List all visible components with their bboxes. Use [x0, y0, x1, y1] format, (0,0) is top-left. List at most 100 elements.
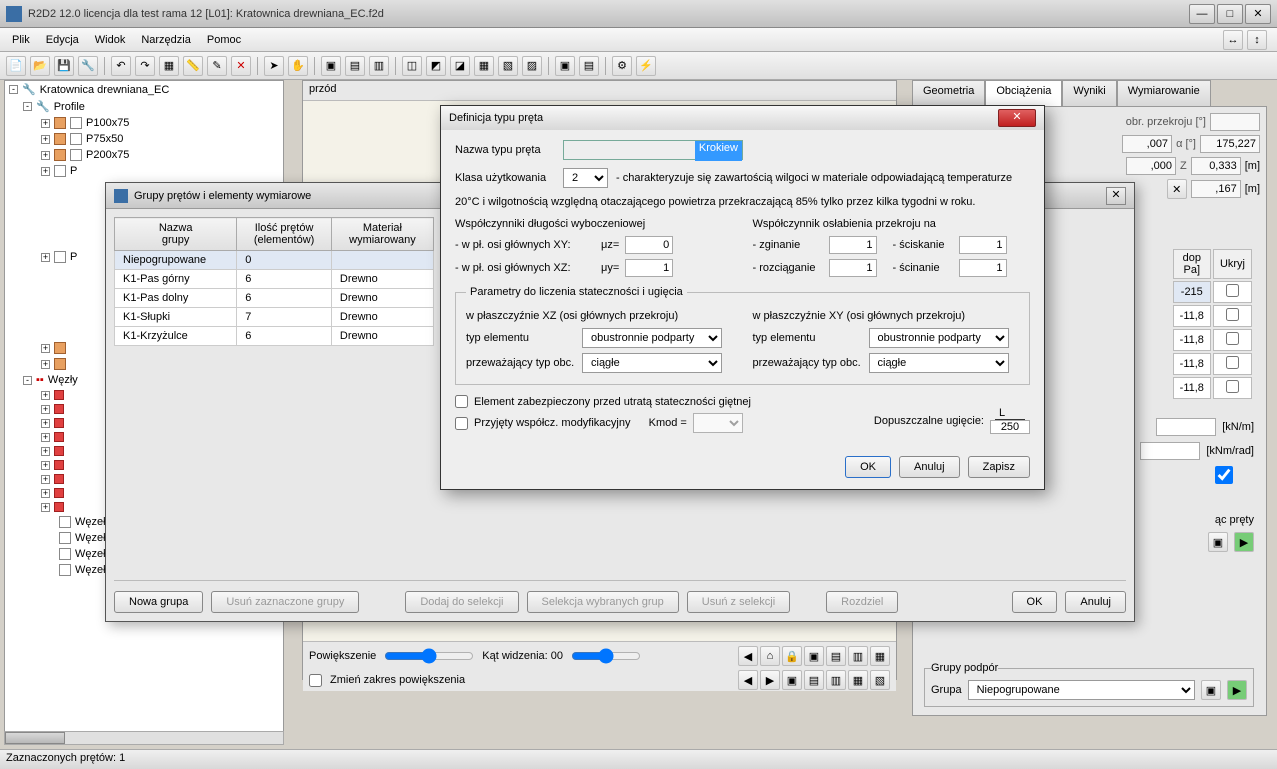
anuluj-button[interactable]: Anuluj	[899, 456, 960, 478]
col-nazwa[interactable]: Nazwa grupy	[115, 218, 237, 251]
rozciaganie-input[interactable]	[829, 259, 877, 277]
nav-view4-icon[interactable]: ▦	[870, 646, 890, 666]
expand-h-icon[interactable]: ↔	[1223, 30, 1243, 50]
tree-checkbox[interactable]	[70, 149, 82, 161]
hide-checkbox[interactable]	[1226, 332, 1239, 345]
tree-checkbox[interactable]	[54, 251, 66, 263]
coef-xz-input[interactable]	[625, 259, 673, 277]
maximize-button[interactable]: □	[1217, 4, 1243, 24]
grupa-select[interactable]: Niepogrupowane	[968, 680, 1195, 700]
deflection-den-input[interactable]	[990, 420, 1030, 434]
expand-icon[interactable]: +	[41, 391, 50, 400]
hide-checkbox[interactable]	[1226, 308, 1239, 321]
expand-icon[interactable]: +	[41, 253, 50, 262]
usun-selekcji-button[interactable]: Usuń z selekcji	[687, 591, 790, 613]
z-input[interactable]	[1191, 157, 1241, 175]
tree-profile[interactable]: Profile	[54, 101, 85, 113]
tree-item[interactable]: P200x75	[86, 149, 129, 161]
nav-b4-icon[interactable]: ▤	[804, 670, 824, 690]
kmod-select[interactable]	[693, 413, 743, 433]
ok-button[interactable]: OK	[845, 456, 891, 478]
zapisz-button[interactable]: Zapisz	[968, 456, 1030, 478]
tb5-icon[interactable]: ◩	[426, 56, 446, 76]
panel-checkbox[interactable]	[1194, 466, 1254, 484]
tree-checkbox[interactable]	[70, 117, 82, 129]
hide-checkbox[interactable]	[1226, 284, 1239, 297]
pan-icon[interactable]: ✋	[288, 56, 308, 76]
hide-checkbox[interactable]	[1226, 356, 1239, 369]
collapse-icon[interactable]: -	[23, 102, 32, 111]
cb-kmod[interactable]	[455, 417, 468, 430]
expand-v-icon[interactable]: ↕	[1247, 30, 1267, 50]
grupa-go-icon[interactable]: ▶	[1227, 680, 1247, 700]
tab-geometria[interactable]: Geometria	[912, 80, 985, 106]
cb-statecznosc[interactable]	[455, 395, 468, 408]
tree-item[interactable]: P	[70, 165, 77, 177]
grupa-add-icon[interactable]: ▣	[1201, 680, 1221, 700]
dialog-close-button[interactable]: ✕	[998, 109, 1036, 127]
tree-checkbox[interactable]	[54, 165, 66, 177]
minimize-button[interactable]: —	[1189, 4, 1215, 24]
action1-icon[interactable]: ▣	[1208, 532, 1228, 552]
grid-icon[interactable]: ▦	[159, 56, 179, 76]
knmrad-input[interactable]	[1140, 442, 1200, 460]
menu-widok[interactable]: Widok	[87, 31, 134, 49]
expand-icon[interactable]: +	[41, 433, 50, 442]
expand-icon[interactable]: +	[41, 405, 50, 414]
expand-icon[interactable]: +	[41, 475, 50, 484]
val-input[interactable]	[1122, 135, 1172, 153]
tree-checkbox[interactable]	[70, 133, 82, 145]
val-input[interactable]	[1191, 180, 1241, 198]
nav-lock-icon[interactable]: 🔒	[782, 646, 802, 666]
obr-input[interactable]	[1210, 113, 1260, 131]
dialog-close-button[interactable]: ✕	[1106, 187, 1126, 205]
tb11-icon[interactable]: ▤	[579, 56, 599, 76]
menu-narzedzia[interactable]: Narzędzia	[133, 31, 199, 49]
alpha-input[interactable]	[1200, 135, 1260, 153]
tree-checkbox[interactable]	[59, 532, 71, 544]
usun-grupy-button[interactable]: Usuń zaznaczone grupy	[211, 591, 359, 613]
zginanie-input[interactable]	[829, 236, 877, 254]
tree-checkbox[interactable]	[59, 564, 71, 576]
col-ilosc[interactable]: Ilość prętów (elementów)	[237, 218, 332, 251]
hide-checkbox[interactable]	[1226, 380, 1239, 393]
collapse-icon[interactable]: -	[9, 85, 18, 94]
typ-elem-xy-select[interactable]: obustronnie podparty	[869, 328, 1009, 348]
fov-slider[interactable]	[571, 648, 641, 664]
delete-icon[interactable]: ✕	[231, 56, 251, 76]
tb7-icon[interactable]: ▦	[474, 56, 494, 76]
save-icon[interactable]: 💾	[54, 56, 74, 76]
measure-icon[interactable]: 📏	[183, 56, 203, 76]
expand-icon[interactable]: +	[41, 447, 50, 456]
collapse-icon[interactable]: -	[23, 376, 32, 385]
rozdziel-button[interactable]: Rozdziel	[826, 591, 898, 613]
tb10-icon[interactable]: ▣	[555, 56, 575, 76]
expand-icon[interactable]: +	[41, 461, 50, 470]
klasa-select[interactable]: 2	[563, 168, 608, 188]
action2-icon[interactable]: ▶	[1234, 532, 1254, 552]
tab-obciazenia[interactable]: Obciążenia	[985, 80, 1062, 106]
sciskanie-input[interactable]	[959, 236, 1007, 254]
scinanie-input[interactable]	[959, 259, 1007, 277]
tb12-icon[interactable]: ⚙	[612, 56, 632, 76]
expand-icon[interactable]: +	[41, 503, 50, 512]
table-row[interactable]: K1-Pas górny6Drewno	[115, 270, 434, 289]
nav-view2-icon[interactable]: ▤	[826, 646, 846, 666]
przew-xz-select[interactable]: ciągłe	[582, 353, 722, 373]
nav-view3-icon[interactable]: ▥	[848, 646, 868, 666]
expand-icon[interactable]: +	[41, 119, 50, 128]
expand-icon[interactable]: +	[41, 419, 50, 428]
nav-view1-icon[interactable]: ▣	[804, 646, 824, 666]
undo-icon[interactable]: ↶	[111, 56, 131, 76]
expand-icon[interactable]: +	[41, 167, 50, 176]
ok-button[interactable]: OK	[1012, 591, 1058, 613]
nav-b7-icon[interactable]: ▧	[870, 670, 890, 690]
expand-icon[interactable]: +	[41, 344, 50, 353]
close-button[interactable]: ✕	[1245, 4, 1271, 24]
tree-wezly[interactable]: Węzły	[48, 374, 78, 386]
table-row[interactable]: K1-Krzyżulce6Drewno	[115, 327, 434, 346]
nowa-grupa-button[interactable]: Nowa grupa	[114, 591, 203, 613]
tree-item[interactable]: P100x75	[86, 117, 129, 129]
menu-pomoc[interactable]: Pomoc	[199, 31, 249, 49]
tree-h-scrollbar[interactable]	[4, 731, 284, 745]
